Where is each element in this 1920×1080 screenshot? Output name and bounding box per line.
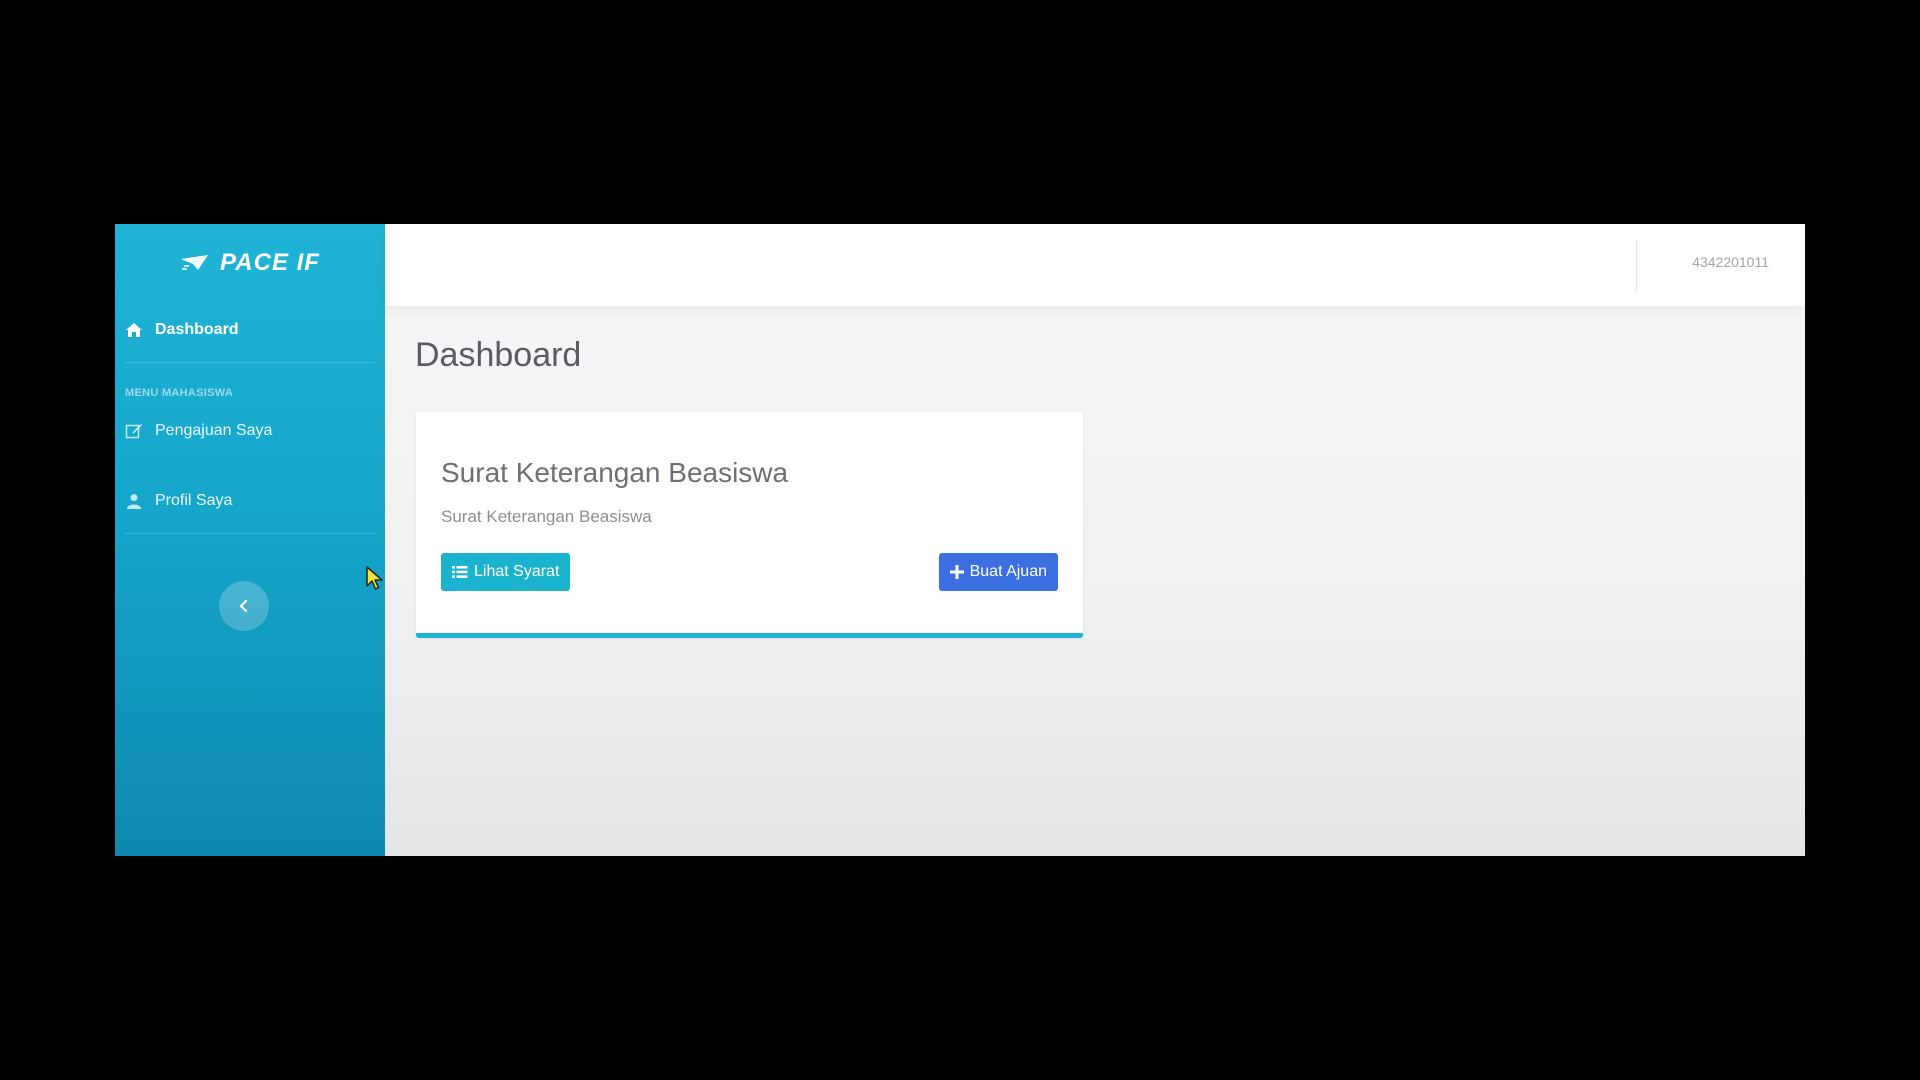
mouse-cursor-icon [366, 566, 383, 590]
sidebar-item-label: Dashboard [155, 321, 239, 338]
sidebar-item-pengajuan-saya[interactable]: Pengajuan Saya [115, 409, 385, 453]
sidebar-divider [125, 362, 375, 363]
view-requirements-button[interactable]: Lihat Syarat [441, 553, 571, 591]
chevron-left-icon [239, 599, 248, 613]
user-id-label[interactable]: 4342201011 [1692, 254, 1769, 270]
brand-name: PACE IF [220, 249, 320, 276]
page-title: Dashboard [415, 336, 582, 374]
sidebar-item-dashboard[interactable]: Dashboard [115, 308, 385, 352]
sidebar-item-profil-saya[interactable]: Profil Saya [115, 479, 385, 523]
create-request-button[interactable]: Buat Ajuan [938, 553, 1058, 591]
sidebar-collapse-button[interactable] [219, 581, 269, 631]
app-window: PACE IF Dashboard MENU MAHASISWA Pengaju… [115, 224, 1805, 856]
card-subtitle: Surat Keterangan Beasiswa [441, 507, 652, 526]
topbar-divider [1636, 240, 1637, 292]
sidebar-section-heading: MENU MAHASISWA [125, 387, 234, 399]
brand[interactable]: PACE IF [115, 224, 385, 302]
home-icon [125, 321, 143, 339]
service-card: Surat Keterangan Beasiswa Surat Keterang… [416, 412, 1083, 638]
button-label: Buat Ajuan [969, 563, 1047, 580]
sidebar: PACE IF Dashboard MENU MAHASISWA Pengaju… [115, 224, 385, 856]
button-label: Lihat Syarat [474, 563, 560, 580]
paper-plane-icon [181, 255, 209, 270]
plus-icon [949, 565, 964, 579]
sidebar-item-label: Profil Saya [155, 492, 233, 509]
user-icon [125, 492, 143, 510]
sidebar-item-label: Pengajuan Saya [155, 422, 273, 439]
sidebar-divider [125, 533, 375, 534]
list-icon [452, 566, 468, 578]
card-title: Surat Keterangan Beasiswa [441, 457, 789, 488]
main-content: 4342201011 Dashboard Surat Keterangan Be… [385, 224, 1805, 856]
topbar: 4342201011 [385, 224, 1805, 306]
edit-icon [125, 422, 143, 440]
